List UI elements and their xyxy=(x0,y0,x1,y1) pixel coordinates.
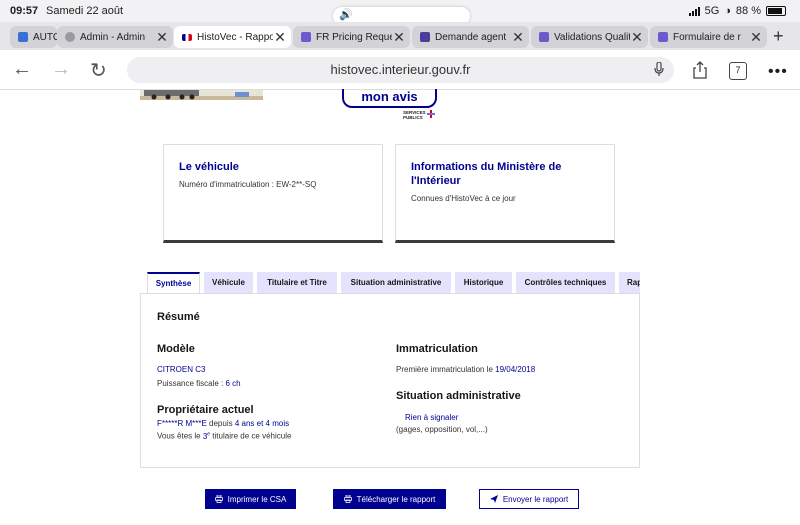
fiscal-power-value: 6 ch xyxy=(225,379,241,388)
owner-duration: 4 ans et 4 mois xyxy=(234,419,290,428)
battery-label: 88 % xyxy=(735,5,761,17)
form-icon xyxy=(539,32,549,42)
close-tab-icon[interactable]: ✕ xyxy=(392,29,406,46)
print-csa-button[interactable]: Imprimer le CSA xyxy=(205,489,296,509)
tab-titulaire[interactable]: Titulaire et Titre xyxy=(257,272,337,294)
forward-arrow-icon[interactable]: → xyxy=(51,58,71,81)
status-date: Samedi 22 août xyxy=(46,5,124,17)
summary-title: Résumé xyxy=(157,311,200,323)
close-tab-icon[interactable]: ✕ xyxy=(511,29,525,46)
vehicle-card: Le véhicule Numéro d'immatriculation : E… xyxy=(163,144,383,243)
close-tab-icon[interactable]: ✕ xyxy=(273,29,287,46)
browser-tab[interactable]: AUTO xyxy=(10,26,57,48)
signal-icon xyxy=(688,6,700,16)
tab-vehicule[interactable]: Véhicule xyxy=(204,272,253,294)
owner-title: Propriétaire actuel xyxy=(157,404,254,416)
form-icon xyxy=(658,32,668,42)
speaker-icon: 🔊 xyxy=(339,9,353,21)
close-tab-icon[interactable]: ✕ xyxy=(155,29,169,46)
services-publics-logo: SERVICES PUBLICS xyxy=(403,110,435,120)
holder-rank: 3e xyxy=(202,431,211,441)
browser-tab[interactable]: Formulaire de r ✕ xyxy=(650,26,767,48)
send-icon xyxy=(489,495,498,503)
vehicle-card-title: Le véhicule xyxy=(179,161,239,173)
tab-historique[interactable]: Historique xyxy=(455,272,512,294)
flag-icon xyxy=(182,33,192,41)
battery-icon xyxy=(766,6,786,16)
form-icon xyxy=(301,32,311,42)
download-report-button[interactable]: Télécharger le rapport xyxy=(333,489,446,509)
printer-icon xyxy=(214,495,223,503)
send-report-button[interactable]: Envoyer le rapport xyxy=(479,489,579,509)
browser-tab-strip: AUTO Admin - Admin ✕ HistoVec - Rapport … xyxy=(0,22,800,50)
fiscal-power: Puissance fiscale : 6 ch xyxy=(157,379,241,388)
summary-panel: Résumé Modèle CITROEN C3 Puissance fisca… xyxy=(140,293,640,468)
favicon-icon xyxy=(18,32,28,42)
services-publics-plus-icon xyxy=(427,110,435,118)
browser-toolbar: ← → ↻ histovec.interieur.gouv.fr 7 ••• xyxy=(0,50,800,90)
address-bar[interactable]: histovec.interieur.gouv.fr xyxy=(127,57,674,83)
browser-tab[interactable]: Admin - Admin ✕ xyxy=(57,26,173,48)
tab-situation[interactable]: Situation administrative xyxy=(341,272,451,294)
model-title: Modèle xyxy=(157,343,195,355)
vehicle-card-subtitle: Numéro d'immatriculation : EW-2**-SQ xyxy=(179,180,317,189)
model-value: CITROEN C3 xyxy=(157,365,206,374)
status-indicators: 5G ◑ 88 % xyxy=(688,5,786,17)
status-time: 09:57 xyxy=(10,5,39,17)
browser-tab-active[interactable]: HistoVec - Rapport ✕ xyxy=(174,26,291,48)
owner-line: F*****R M***E depuis 4 ans et 4 mois xyxy=(157,419,290,428)
tab-controles[interactable]: Contrôles techniques xyxy=(516,272,615,294)
reload-icon[interactable]: ↻ xyxy=(90,58,107,83)
registration-title: Immatriculation xyxy=(396,343,478,355)
ministry-card-subtitle: Connues d'HistoVec à ce jour xyxy=(411,194,516,203)
tab-switcher-button[interactable]: 7 xyxy=(729,62,747,80)
url-text: histovec.interieur.gouv.fr xyxy=(330,62,471,77)
browser-tab[interactable]: Demande agent ✕ xyxy=(412,26,529,48)
tab-synthese[interactable]: Synthèse xyxy=(147,272,200,294)
vehicle-illustration xyxy=(140,90,263,100)
new-tab-icon[interactable]: + xyxy=(773,26,784,47)
globe-icon xyxy=(65,32,75,42)
tab-rapport[interactable]: Rapport xyxy=(619,272,640,294)
admin-status-detail: (gages, opposition, vol,...) xyxy=(396,425,488,434)
registration-line: Première immatriculation le 19/04/2018 xyxy=(396,365,536,374)
more-menu-icon[interactable]: ••• xyxy=(768,63,788,81)
admin-status-value: Rien à signaler xyxy=(405,413,459,422)
printer-icon xyxy=(343,495,352,503)
holder-rank-line: Vous êtes le 3e titulaire de ce véhicule xyxy=(157,431,292,441)
avis-button[interactable]: mon avis xyxy=(342,89,437,108)
ministry-card: Informations du Ministère de l'Intérieur… xyxy=(395,144,615,243)
lock-rotation-icon: ◑ xyxy=(724,5,731,17)
ministry-card-title: Informations du Ministère de l'Intérieur xyxy=(411,161,562,187)
network-label: 5G xyxy=(704,5,720,17)
browser-tab[interactable]: Validations Qualité ✕ xyxy=(531,26,648,48)
close-tab-icon[interactable]: ✕ xyxy=(749,29,763,46)
back-arrow-icon[interactable]: ← xyxy=(12,58,32,81)
close-tab-icon[interactable]: ✕ xyxy=(630,29,644,46)
report-tabs: Synthèse Véhicule Titulaire et Titre Sit… xyxy=(147,272,640,294)
microphone-icon[interactable] xyxy=(654,62,664,77)
registration-date: 19/04/2018 xyxy=(495,365,536,374)
share-icon[interactable] xyxy=(692,61,708,79)
browser-tab[interactable]: FR Pricing Request ✕ xyxy=(293,26,410,48)
form-icon xyxy=(420,32,430,42)
owner-name: F*****R M***E xyxy=(157,419,207,428)
admin-status-title: Situation administrative xyxy=(396,390,521,402)
